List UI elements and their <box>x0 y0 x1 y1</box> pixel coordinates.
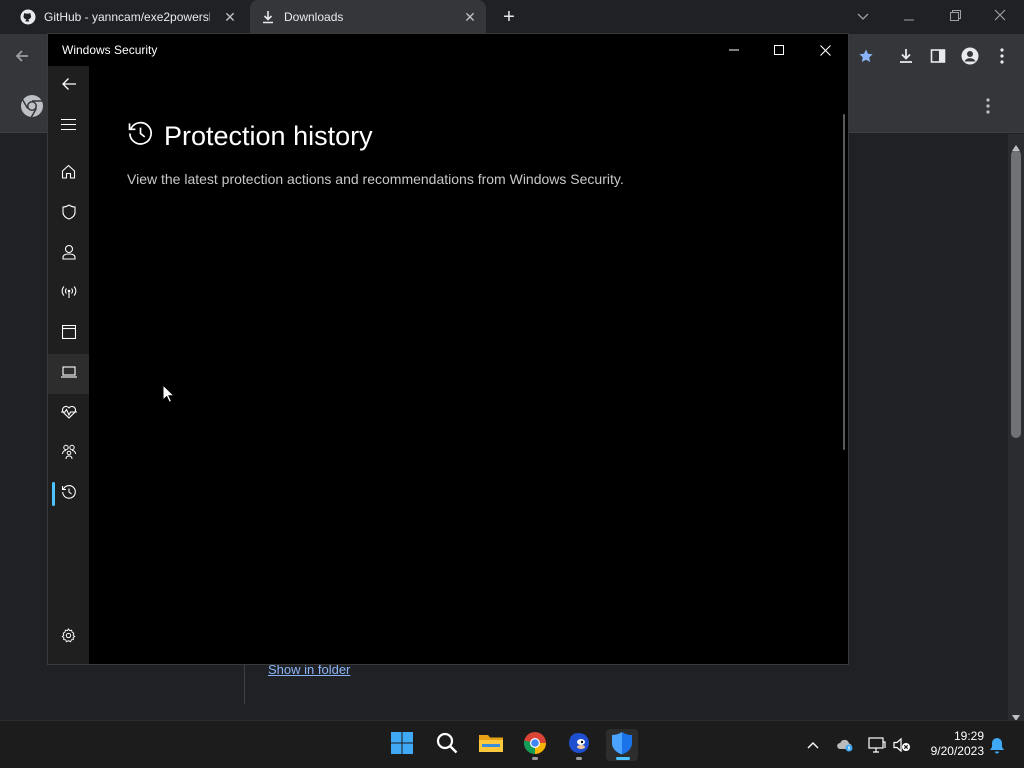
chrome-taskbar-button[interactable] <box>519 729 551 761</box>
history-icon <box>61 484 77 505</box>
scroll-up-icon[interactable] <box>1012 138 1020 156</box>
maximize-icon[interactable] <box>767 38 791 62</box>
chrome-restore-icon[interactable] <box>945 6 965 26</box>
search-icon <box>436 732 458 759</box>
shield-icon <box>61 203 76 225</box>
tab-github[interactable]: GitHub - yanncam/exe2powershell ✕ <box>10 0 246 34</box>
nav-device-performance-health[interactable] <box>48 394 89 434</box>
heart-pulse-icon <box>60 405 77 424</box>
tab-title: GitHub - yanncam/exe2powershell <box>44 10 210 24</box>
windows-security-icon <box>611 731 633 760</box>
chrome-menu-icon[interactable] <box>990 44 1014 68</box>
notification-bell-icon[interactable] <box>987 735 1007 755</box>
tab-title: Downloads <box>284 10 344 24</box>
nav-back-button[interactable] <box>48 66 89 106</box>
history-icon <box>127 120 154 152</box>
ws-scrollbar[interactable] <box>843 114 845 450</box>
laptop-icon <box>60 365 77 383</box>
ws-titlebar[interactable]: Windows Security <box>48 34 848 66</box>
taskbar: 19:29 9/20/2023 <box>0 720 1024 768</box>
hamburger-icon <box>61 117 76 135</box>
home-icon <box>61 164 76 184</box>
tab-close-icon[interactable]: ✕ <box>462 9 478 25</box>
volume-muted-icon[interactable] <box>892 735 912 755</box>
profile-icon[interactable] <box>958 44 982 68</box>
tab-downloads[interactable]: Downloads ✕ <box>250 0 486 34</box>
person-icon <box>61 244 76 265</box>
sonic-app-icon <box>567 731 591 760</box>
chrome-tabstrip: GitHub - yanncam/exe2powershell ✕ Downlo… <box>0 0 1024 34</box>
tab-search-icon[interactable] <box>853 6 873 26</box>
close-icon[interactable] <box>813 38 837 62</box>
network-icon[interactable] <box>867 735 887 755</box>
nav-home[interactable] <box>48 154 89 194</box>
github-icon <box>20 9 36 25</box>
mouse-cursor-icon <box>162 383 176 408</box>
tab-close-icon[interactable]: ✕ <box>222 9 238 25</box>
page-description: View the latest protection actions and r… <box>127 171 624 187</box>
nav-firewall-network[interactable] <box>48 274 89 314</box>
onedrive-icon[interactable] <box>835 735 855 755</box>
windows-security-window: Windows Security Protection history View… <box>47 33 849 665</box>
nav-settings[interactable] <box>48 618 89 658</box>
minimize-icon[interactable] <box>722 38 746 62</box>
chrome-close-icon[interactable] <box>990 6 1010 26</box>
nav-protection-history[interactable] <box>48 474 89 514</box>
running-indicator <box>576 757 582 760</box>
nav-menu-button[interactable] <box>48 106 89 146</box>
search-button[interactable] <box>431 729 463 761</box>
tray-overflow-icon[interactable] <box>803 735 823 755</box>
family-icon <box>61 444 77 465</box>
start-button[interactable] <box>386 729 418 761</box>
chrome-logo-icon <box>20 94 44 123</box>
window-title: Windows Security <box>62 43 158 57</box>
bookmark-star-icon[interactable] <box>854 44 878 68</box>
running-indicator <box>616 757 630 760</box>
browser-window-icon <box>61 324 76 344</box>
ws-nav-sidebar <box>48 66 89 664</box>
clock-time: 19:29 <box>953 729 984 743</box>
side-panel-icon[interactable] <box>926 44 950 68</box>
ws-content: Protection history View the latest prote… <box>89 66 848 664</box>
back-icon[interactable] <box>10 44 34 68</box>
new-tab-button[interactable]: + <box>499 7 519 27</box>
start-icon <box>390 731 414 760</box>
taskbar-clock[interactable]: 19:29 9/20/2023 <box>922 729 984 759</box>
chrome-scrollbar[interactable] <box>1008 134 1024 721</box>
download-icon <box>260 9 276 25</box>
nav-family-options[interactable] <box>48 434 89 474</box>
file-explorer-button[interactable] <box>475 729 507 761</box>
file-explorer-icon <box>478 732 504 759</box>
windows-security-taskbar-button[interactable] <box>606 729 638 761</box>
chrome-minimize-icon[interactable] <box>899 6 919 26</box>
running-indicator <box>532 757 538 760</box>
nav-account-protection[interactable] <box>48 234 89 274</box>
nav-app-browser-control[interactable] <box>48 314 89 354</box>
gear-icon <box>61 628 76 648</box>
nav-virus-threat-protection[interactable] <box>48 194 89 234</box>
page-title: Protection history <box>164 120 373 151</box>
chrome-icon <box>523 731 547 760</box>
sonic-app-button[interactable] <box>563 729 595 761</box>
nav-device-security[interactable] <box>48 354 89 394</box>
wifi-antenna-icon <box>61 285 77 304</box>
download-icon[interactable] <box>894 44 918 68</box>
downloads-more-icon[interactable] <box>986 98 990 119</box>
clock-date: 9/20/2023 <box>930 744 984 758</box>
page-header: Protection history <box>127 120 373 152</box>
back-arrow-icon <box>61 77 77 96</box>
scrollbar-thumb[interactable] <box>1011 150 1021 438</box>
